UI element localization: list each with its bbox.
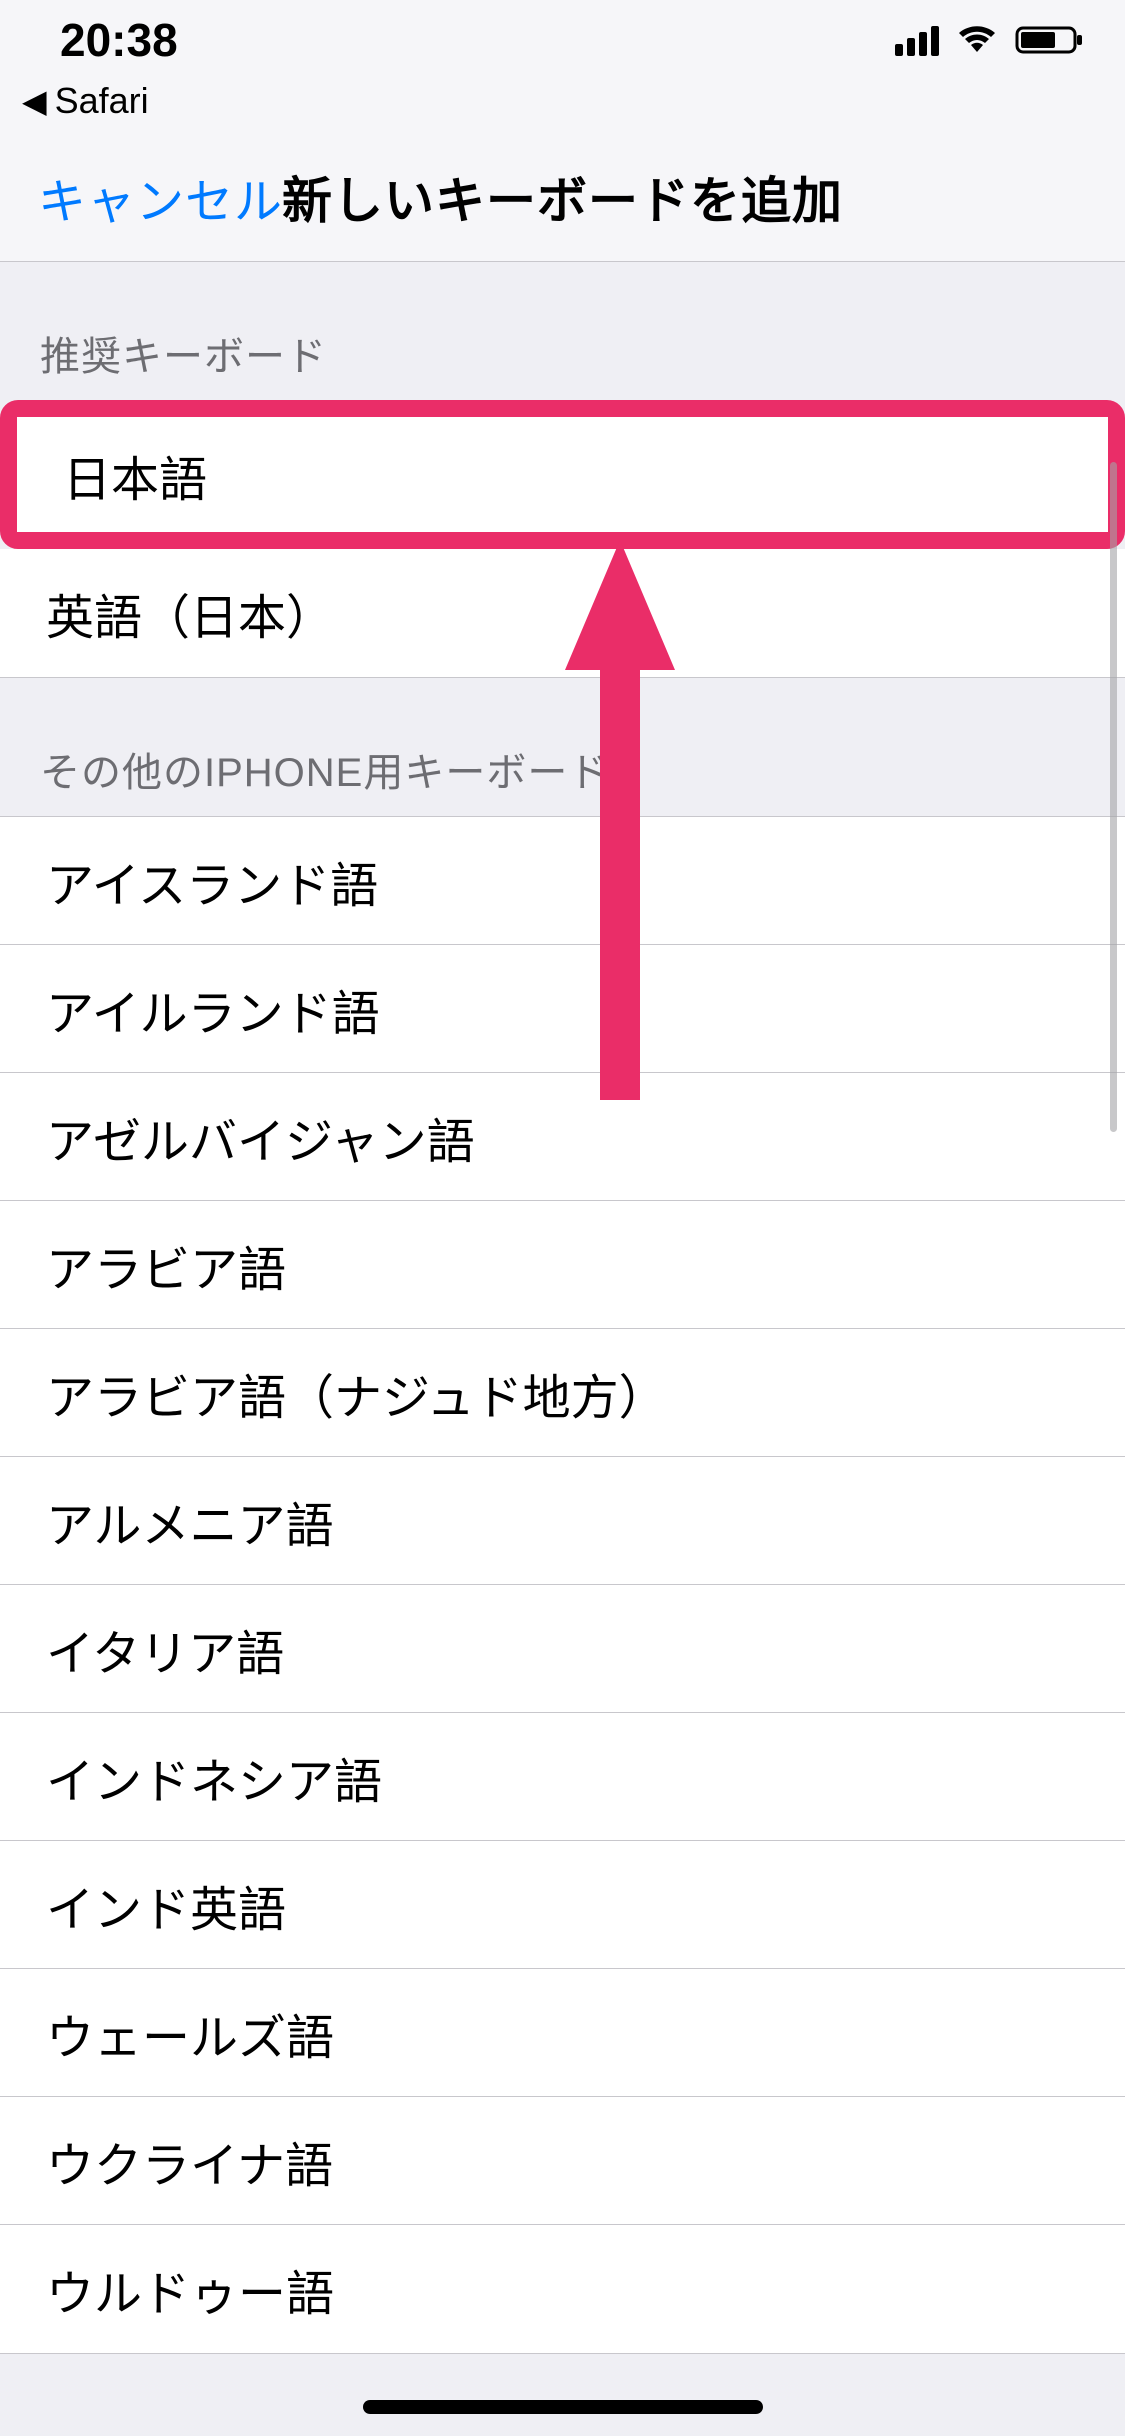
keyboard-row-english-japan[interactable]: 英語（日本）: [0, 549, 1125, 677]
navigation-bar: キャンセル 新しいキーボードを追加: [0, 132, 1125, 262]
battery-icon: [1015, 24, 1085, 56]
scroll-indicator[interactable]: [1110, 462, 1117, 1132]
other-list-group: アイスランド語 アイルランド語 アゼルバイジャン語 アラビア語 アラビア語（ナジ…: [0, 816, 1125, 2354]
wifi-icon: [955, 24, 999, 56]
keyboard-row[interactable]: ウクライナ語: [0, 2097, 1125, 2225]
recommended-list-group: 英語（日本）: [0, 549, 1125, 678]
keyboard-row[interactable]: イタリア語: [0, 1585, 1125, 1713]
keyboard-row[interactable]: アラビア語: [0, 1201, 1125, 1329]
keyboard-row[interactable]: インドネシア語: [0, 1713, 1125, 1841]
back-to-app-link[interactable]: ◀ Safari: [0, 80, 1125, 132]
section-header-recommended: 推奨キーボード: [0, 262, 1125, 400]
status-icons: [895, 24, 1085, 56]
section-header-other: その他のIPHONE用キーボード: [0, 678, 1125, 816]
annotation-highlight: 日本語: [0, 400, 1125, 549]
keyboard-row[interactable]: アイルランド語: [0, 945, 1125, 1073]
keyboard-row-japanese[interactable]: 日本語: [17, 417, 1108, 532]
status-time: 20:38: [60, 13, 178, 67]
keyboard-row[interactable]: インド英語: [0, 1841, 1125, 1969]
cancel-button[interactable]: キャンセル: [38, 162, 283, 232]
home-indicator[interactable]: [363, 2400, 763, 2414]
page-title: 新しいキーボードを追加: [282, 161, 843, 233]
chevron-left-icon: ◀: [22, 82, 47, 120]
keyboard-row[interactable]: ウェールズ語: [0, 1969, 1125, 2097]
status-bar: 20:38: [0, 0, 1125, 80]
keyboard-row[interactable]: ウルドゥー語: [0, 2225, 1125, 2353]
content-scroll[interactable]: 推奨キーボード 日本語 英語（日本） その他のIPHONE用キーボード アイスラ…: [0, 262, 1125, 2354]
cellular-icon: [895, 24, 939, 56]
keyboard-row[interactable]: アラビア語（ナジュド地方）: [0, 1329, 1125, 1457]
keyboard-row[interactable]: アゼルバイジャン語: [0, 1073, 1125, 1201]
keyboard-row[interactable]: アルメニア語: [0, 1457, 1125, 1585]
back-to-app-label: Safari: [55, 80, 149, 122]
keyboard-row[interactable]: アイスランド語: [0, 817, 1125, 945]
